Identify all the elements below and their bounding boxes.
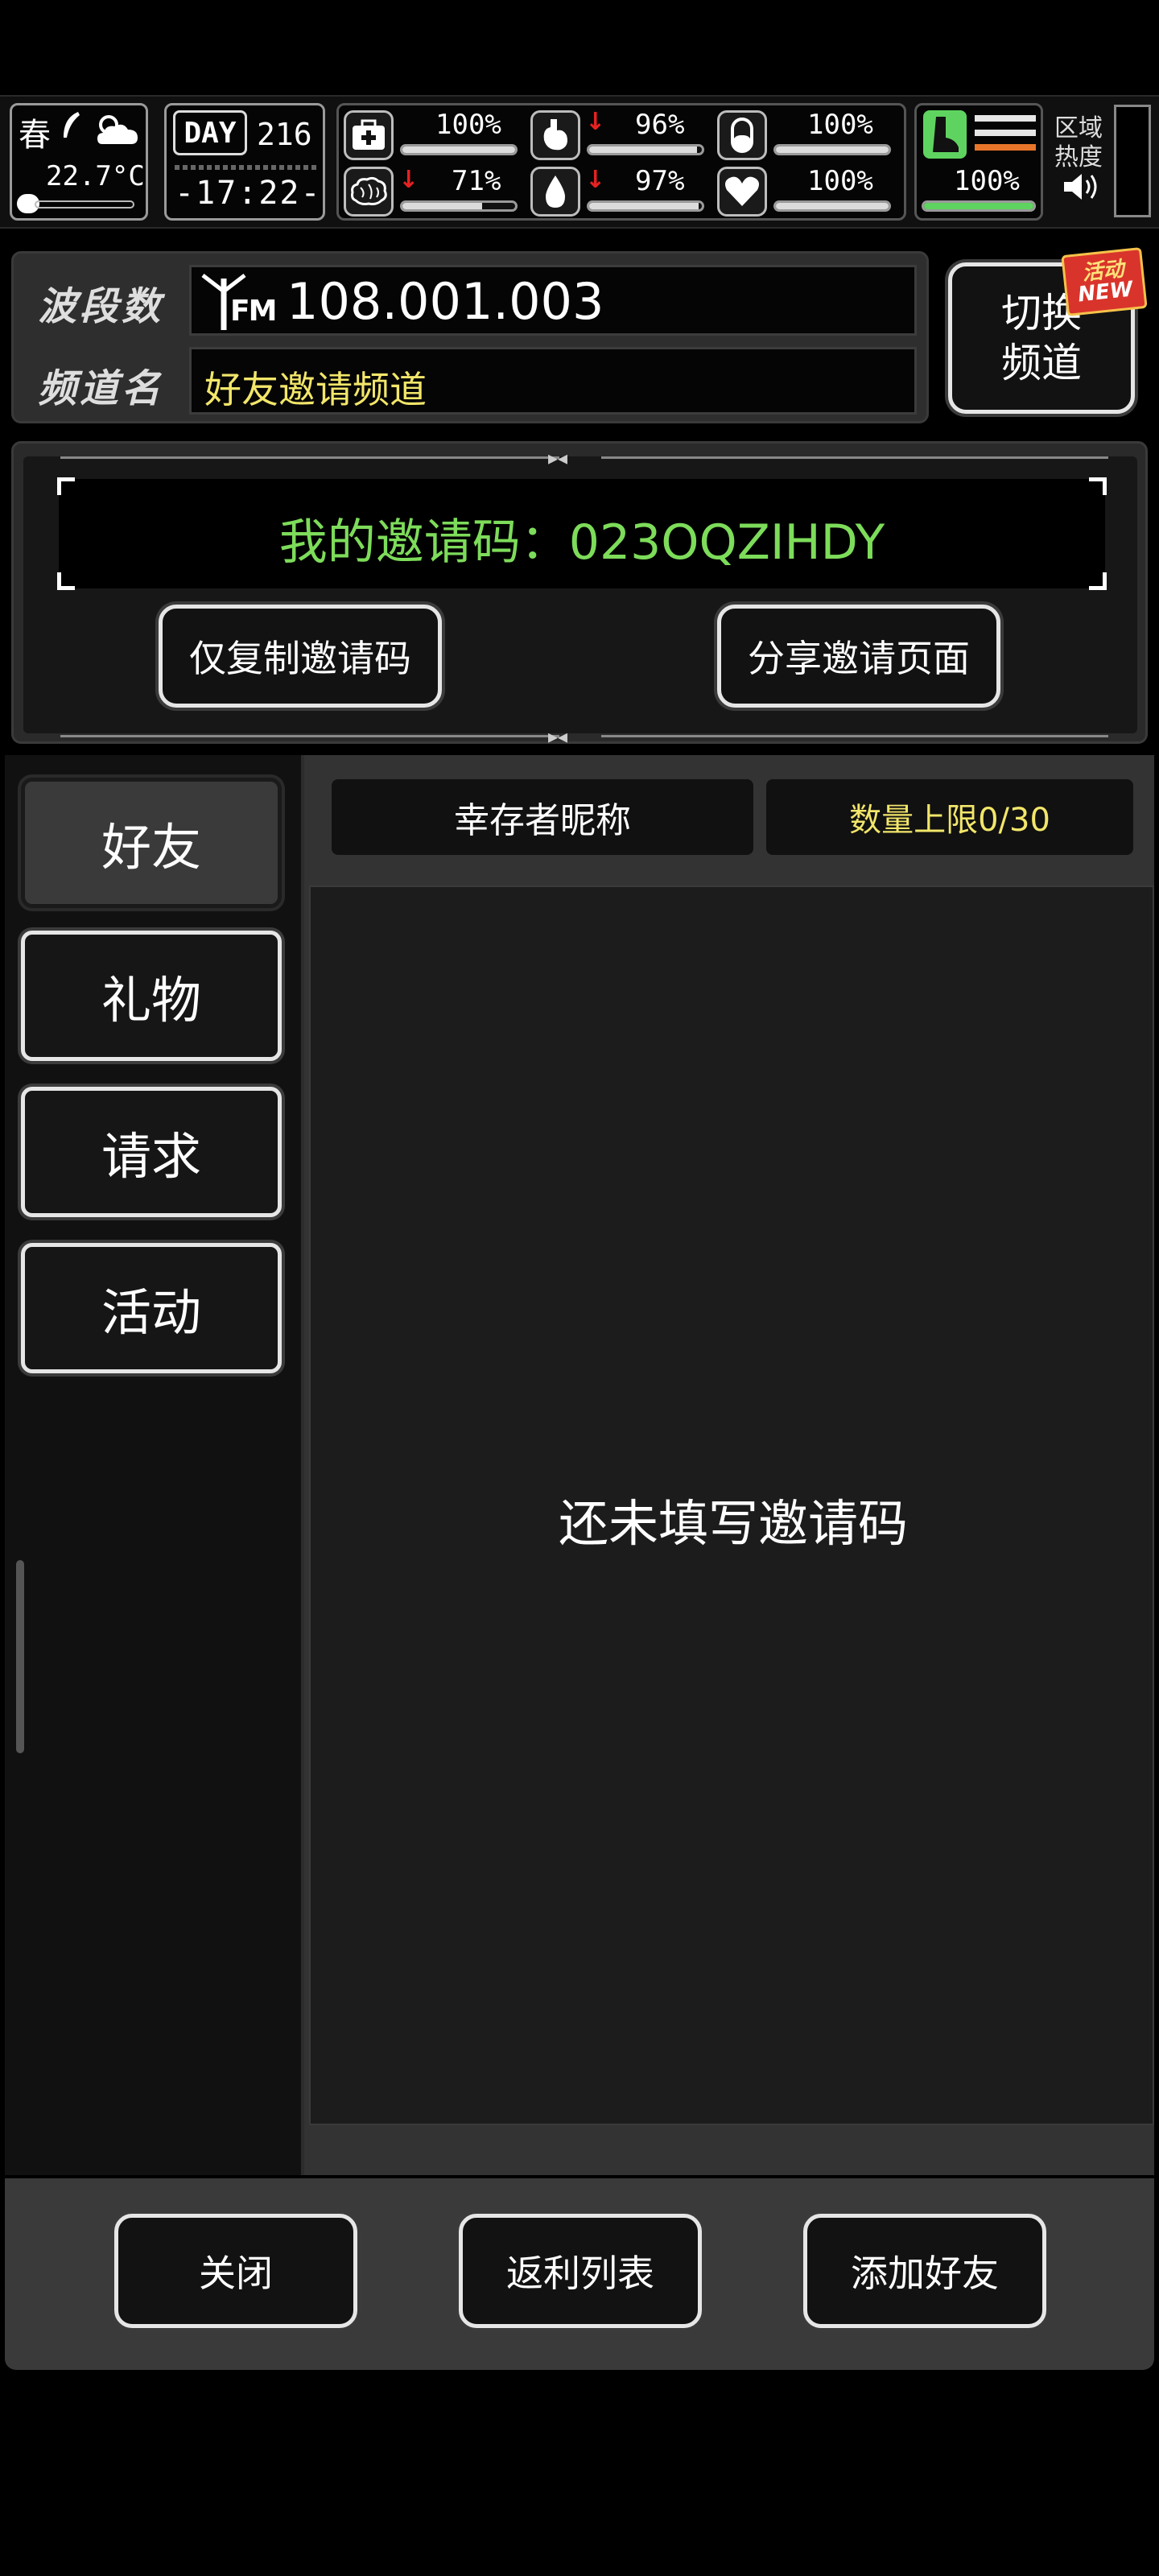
rebate-list-button[interactable]: 返利列表 [459,2214,702,2328]
switch-channel-line2: 频道 [1001,340,1082,386]
clock-readout: -17:22- [175,175,322,212]
game-screen: 春 22.7°C DAY 216 -17:22- 100% ↓ 96% 100%… [0,0,1159,2576]
invite-panel: ▸◂ 我的邀请码：023OQZIHDY 仅复制邀请码 分享邀请页面 ▸◂ [11,441,1148,748]
mood-value: 100% [807,165,873,197]
thirst-value: 97% [635,165,685,197]
empty-list-message: 还未填写邀请码 [558,1494,908,1553]
channel-name-value: 好友邀请频道 [204,368,427,411]
hunger-decreasing-arrow: ↓ [585,108,606,136]
stomach-icon[interactable] [530,110,580,160]
season-label: 春 [19,117,51,154]
speaker-icon[interactable] [1061,171,1101,203]
band-label: 波段数 [38,284,164,329]
stamina-bar [922,200,1036,212]
friends-list[interactable]: 还未填写邀请码 [309,886,1154,2125]
pill-icon[interactable] [717,110,767,160]
stamina-value: 100% [954,165,1020,197]
water-drop-icon[interactable] [530,167,580,217]
friend-limit-header: 数量上限0/30 [766,779,1133,855]
thermometer-gauge [17,194,138,213]
health-bar [400,144,518,155]
tab-requests[interactable]: 请求 [21,1087,282,1217]
add-friend-button[interactable]: 添加好友 [803,2214,1046,2328]
band-value: 108.001.003 [287,272,604,331]
heart-icon[interactable] [717,167,767,217]
event-new-badge: 活动 NEW [1061,246,1148,317]
pill-bar [773,144,891,155]
fm-label: FM [230,295,277,328]
channel-name-field: 好友邀请频道 [189,347,917,415]
thirst-bar [587,200,704,212]
health-value: 100% [435,109,501,141]
tab-gifts[interactable]: 礼物 [21,931,282,1061]
channel-info-panel: 波段数 FM 108.001.003 频道名 好友邀请频道 [11,251,929,423]
sanity-value: 71% [452,165,501,197]
region-heat-meter [1114,105,1151,217]
day-time-panel: DAY 216 -17:22- [164,103,325,221]
band-field: FM 108.001.003 [189,265,917,336]
day-label: DAY [173,110,247,155]
invite-code-text[interactable]: 我的邀请码：023OQZIHDY [59,503,1105,573]
mood-bar [773,200,891,212]
channel-name-label: 频道名 [38,366,164,411]
temperature-readout: 22.7°C [46,160,145,192]
region-heat-label-2: 热度 [1054,143,1103,171]
copy-invite-code-button[interactable]: 仅复制邀请码 [159,605,442,708]
hunger-bar [587,144,704,155]
partly-cloudy-icon [97,115,138,144]
nickname-column-header: 幸存者昵称 [332,779,753,855]
weather-panel[interactable]: 春 22.7°C [10,103,148,221]
pill-value: 100% [807,109,873,141]
medkit-icon[interactable] [344,110,394,160]
day-number: 216 [257,117,312,152]
vitals-panel: 100% ↓ 96% 100% ↓ 71% ↓ 97% 100% [336,103,906,221]
boot-icon [923,110,967,159]
close-button[interactable]: 关闭 [114,2214,357,2328]
stamina-panel[interactable]: 100% [914,103,1043,221]
status-hud: 春 22.7°C DAY 216 -17:22- 100% ↓ 96% 100%… [0,95,1159,229]
tab-friends[interactable]: 好友 [21,778,282,908]
badge-line2: NEW [1076,277,1134,308]
sanity-bar [400,200,518,212]
tab-events[interactable]: 活动 [21,1243,282,1373]
sidebar-scrollbar[interactable] [16,1560,24,1753]
brain-icon[interactable] [344,167,394,217]
sanity-decreasing-arrow: ↓ [398,166,419,194]
hunger-value: 96% [635,109,685,141]
thirst-decreasing-arrow: ↓ [585,166,606,194]
feather-icon [64,112,80,138]
share-invite-page-button[interactable]: 分享邀请页面 [717,605,1000,708]
